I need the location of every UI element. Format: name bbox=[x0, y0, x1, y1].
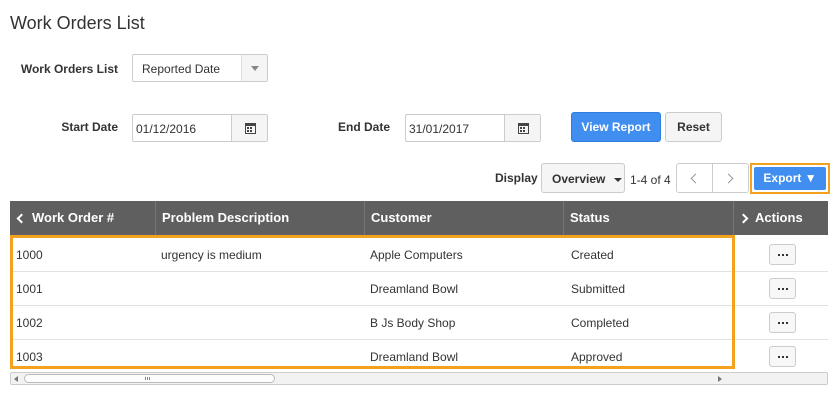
status-cell: Submitted bbox=[571, 282, 626, 296]
work-order-cell[interactable]: 1003 bbox=[10, 340, 43, 374]
calendar-icon bbox=[518, 123, 529, 134]
more-dots-icon bbox=[778, 322, 780, 324]
table-row[interactable]: 1000 urgency is medium Apple Computers C… bbox=[10, 238, 828, 272]
dropdown-arrow-icon[interactable] bbox=[241, 55, 267, 81]
customer-cell: Apple Computers bbox=[370, 248, 463, 262]
work-orders-list-select[interactable]: Reported Date bbox=[132, 54, 268, 82]
reset-button[interactable]: Reset bbox=[665, 112, 722, 142]
page-title: Work Orders List bbox=[10, 13, 145, 33]
column-header-actions[interactable]: Actions bbox=[734, 201, 828, 235]
display-value: Overview bbox=[552, 172, 606, 186]
view-report-button[interactable]: View Report bbox=[571, 112, 661, 142]
more-dots-icon bbox=[778, 288, 780, 290]
pagination-range: 1-4 of 4 bbox=[630, 173, 671, 187]
calendar-icon bbox=[245, 123, 256, 134]
grip-icon bbox=[145, 377, 146, 380]
scroll-left-icon[interactable] bbox=[14, 376, 18, 382]
table-header: Work Order # Problem Description Custome… bbox=[10, 201, 828, 235]
work-orders-list-value: Reported Date bbox=[142, 62, 221, 76]
export-highlight: Export ▼ bbox=[750, 163, 830, 194]
scroll-right-icon[interactable] bbox=[718, 376, 722, 382]
status-cell: Completed bbox=[571, 316, 630, 330]
status-cell: Approved bbox=[571, 350, 623, 364]
export-button[interactable]: Export ▼ bbox=[754, 167, 826, 190]
more-dots-icon bbox=[778, 356, 780, 358]
row-actions-button[interactable] bbox=[769, 244, 796, 265]
row-actions-button[interactable] bbox=[769, 278, 796, 299]
row-actions-button[interactable] bbox=[769, 312, 796, 333]
display-select[interactable]: Overview bbox=[541, 163, 625, 193]
chevron-left-icon[interactable] bbox=[16, 213, 27, 224]
customer-cell: B Js Body Shop bbox=[370, 316, 456, 330]
horizontal-scrollbar[interactable] bbox=[10, 372, 828, 385]
more-dots-icon bbox=[778, 254, 780, 256]
problem-description-cell bbox=[155, 340, 161, 374]
customer-cell: Dreamland Bowl bbox=[370, 350, 459, 364]
column-header-problem-description[interactable]: Problem Description bbox=[156, 201, 365, 235]
start-date-calendar-button[interactable] bbox=[231, 115, 267, 141]
start-date-label: Start Date bbox=[61, 120, 118, 134]
work-order-cell[interactable]: 1001 bbox=[10, 272, 43, 306]
chevron-right-icon[interactable] bbox=[738, 213, 749, 224]
end-date-calendar-button[interactable] bbox=[504, 115, 540, 141]
end-date-value[interactable]: 31/01/2017 bbox=[409, 122, 469, 136]
work-orders-list-label: Work Orders List bbox=[20, 62, 118, 76]
column-header-work-order[interactable]: Work Order # bbox=[10, 201, 156, 235]
work-order-cell[interactable]: 1002 bbox=[10, 306, 43, 340]
chevron-left-icon bbox=[690, 173, 701, 184]
previous-page-button[interactable] bbox=[676, 163, 713, 193]
problem-description-cell bbox=[155, 306, 161, 340]
work-order-cell[interactable]: 1000 bbox=[10, 238, 43, 272]
row-actions-button[interactable] bbox=[769, 346, 796, 367]
scrollbar-thumb[interactable] bbox=[24, 374, 275, 383]
customer-cell: Dreamland Bowl bbox=[370, 282, 459, 296]
problem-description-cell: urgency is medium bbox=[161, 248, 262, 262]
end-date-field[interactable]: 31/01/2017 bbox=[405, 114, 541, 142]
column-header-status[interactable]: Status bbox=[564, 201, 734, 235]
chevron-right-icon bbox=[723, 173, 734, 184]
problem-description-cell bbox=[155, 272, 161, 306]
status-cell: Created bbox=[571, 248, 614, 262]
table-row[interactable]: 1002 B Js Body Shop Completed bbox=[10, 306, 828, 340]
start-date-value[interactable]: 01/12/2016 bbox=[136, 122, 196, 136]
table-row[interactable]: 1001 Dreamland Bowl Submitted bbox=[10, 272, 828, 306]
display-label: Display bbox=[495, 171, 538, 185]
end-date-label: End Date bbox=[337, 120, 390, 134]
table-row[interactable]: 1003 Dreamland Bowl Approved bbox=[10, 340, 828, 374]
start-date-field[interactable]: 01/12/2016 bbox=[132, 114, 268, 142]
next-page-button[interactable] bbox=[712, 163, 749, 193]
column-header-customer[interactable]: Customer bbox=[365, 201, 564, 235]
caret-down-icon bbox=[614, 178, 622, 182]
